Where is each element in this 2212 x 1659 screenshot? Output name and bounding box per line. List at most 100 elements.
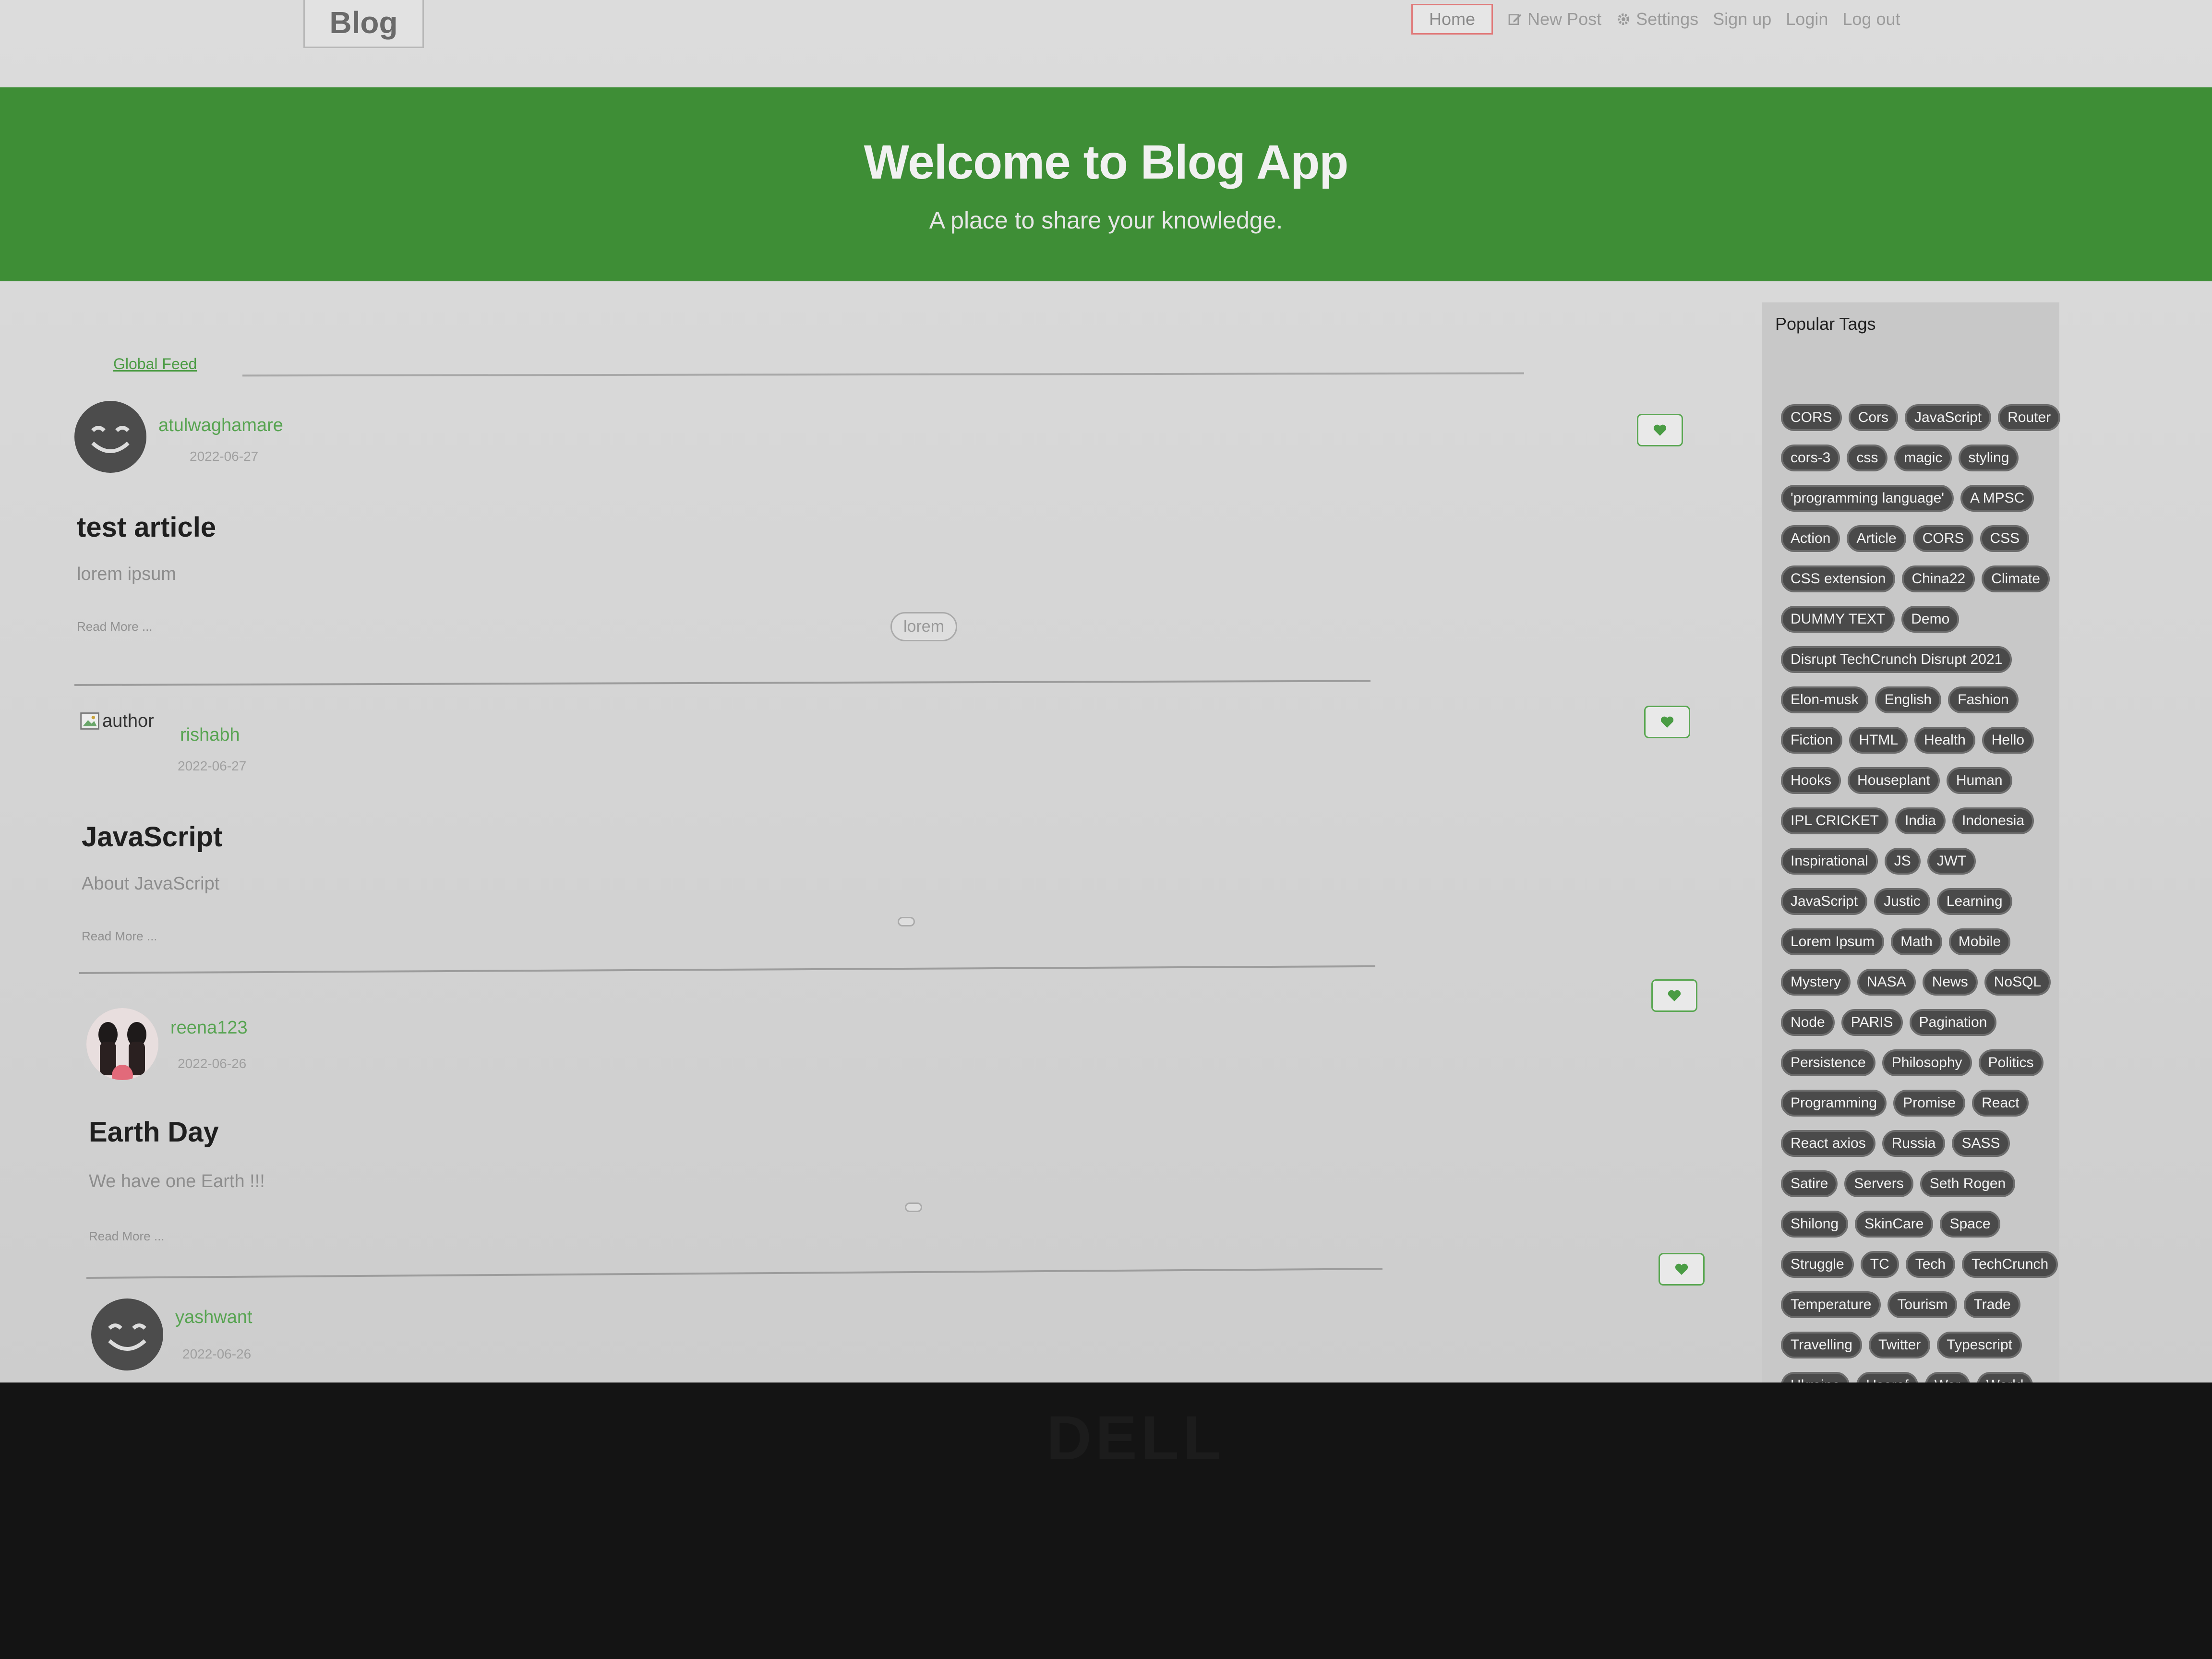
tag-pill[interactable]: Travelling <box>1781 1332 1862 1358</box>
tag-pill[interactable]: Article <box>1847 525 1906 552</box>
tag-pill[interactable]: English <box>1875 686 1942 713</box>
article-title[interactable]: JavaScript <box>82 821 222 853</box>
tag-pill[interactable]: Programming <box>1781 1090 1887 1117</box>
author-link[interactable]: yashwant <box>175 1307 252 1328</box>
tag-pill[interactable]: CSS extension <box>1781 565 1896 592</box>
tag-pill[interactable]: JS <box>1884 848 1921 875</box>
tag-pill[interactable]: Math <box>1891 928 1942 955</box>
like-button[interactable] <box>1659 1253 1705 1286</box>
tag-pill[interactable]: Mobile <box>1948 928 2011 955</box>
tag-pill[interactable]: DUMMY TEXT <box>1781 606 1895 633</box>
article-tag[interactable] <box>905 1202 922 1212</box>
tag-pill[interactable]: CORS <box>1781 404 1842 431</box>
tag-pill[interactable]: Fashion <box>1948 686 2019 713</box>
tag-pill[interactable]: React <box>1972 1090 2029 1117</box>
tag-pill[interactable]: NASA <box>1857 969 1916 996</box>
author-avatar[interactable] <box>91 1298 163 1370</box>
article-title[interactable]: test article <box>77 511 216 543</box>
tag-pill[interactable]: Learning <box>1936 888 2012 915</box>
author-link[interactable]: rishabh <box>180 725 240 745</box>
nav-settings[interactable]: Settings <box>1616 9 1698 29</box>
tag-pill[interactable]: Houseplant <box>1848 767 1940 794</box>
tag-pill[interactable]: Demo <box>1901 606 1960 633</box>
tag-pill[interactable]: Persistence <box>1781 1049 1875 1076</box>
tag-pill[interactable]: Typescript <box>1937 1332 2022 1358</box>
tag-pill[interactable]: India <box>1895 807 1946 834</box>
tag-pill[interactable]: 'programming language' <box>1781 485 1954 512</box>
tag-pill[interactable]: Node <box>1781 1009 1835 1036</box>
tag-pill[interactable]: cors-3 <box>1781 445 1840 471</box>
author-link[interactable]: reena123 <box>170 1018 248 1038</box>
tag-pill[interactable]: Politics <box>1978 1049 2044 1076</box>
tag-pill[interactable]: SkinCare <box>1855 1211 1934 1238</box>
nav-log-out[interactable]: Log out <box>1842 9 1900 29</box>
tag-pill[interactable]: China22 <box>1902 565 1975 592</box>
tag-pill[interactable]: Tech <box>1905 1251 1956 1278</box>
tag-pill[interactable]: Climate <box>1982 565 2050 592</box>
nav-sign-up[interactable]: Sign up <box>1713 9 1771 29</box>
tag-pill[interactable]: magic <box>1894 445 1952 471</box>
tag-pill[interactable]: News <box>1922 969 1978 996</box>
tag-pill[interactable]: Inspirational <box>1781 848 1878 875</box>
nav-login[interactable]: Login <box>1786 9 1828 29</box>
tag-pill[interactable]: Shilong <box>1781 1211 1849 1238</box>
tag-pill[interactable]: PARIS <box>1841 1009 1903 1036</box>
author-avatar[interactable] <box>74 401 146 473</box>
tag-pill[interactable]: React axios <box>1781 1130 1875 1157</box>
tag-pill[interactable]: Health <box>1914 727 1975 754</box>
tag-pill[interactable]: IPL CRICKET <box>1781 807 1888 834</box>
tag-pill[interactable]: Justic <box>1874 888 1930 915</box>
tag-pill[interactable]: Elon-musk <box>1781 686 1868 713</box>
tab-global-feed[interactable]: Global Feed <box>113 355 197 373</box>
read-more-link[interactable]: Read More ... <box>89 1229 165 1244</box>
tag-pill[interactable]: Promise <box>1893 1090 1966 1117</box>
tag-pill[interactable]: Twitter <box>1868 1332 1931 1358</box>
tag-pill[interactable]: NoSQL <box>1984 969 2051 996</box>
tag-pill[interactable]: Cors <box>1848 404 1899 431</box>
read-more-link[interactable]: Read More ... <box>77 619 153 634</box>
tag-pill[interactable]: Space <box>1940 1211 2000 1238</box>
like-button[interactable] <box>1651 979 1697 1012</box>
tag-pill[interactable]: CSS <box>1980 525 2030 552</box>
tag-pill[interactable]: Temperature <box>1781 1291 1881 1318</box>
tag-pill[interactable]: JavaScript <box>1905 404 1992 431</box>
tag-pill[interactable]: Disrupt TechCrunch Disrupt 2021 <box>1781 646 2012 673</box>
article-title[interactable]: Earth Day <box>89 1116 219 1148</box>
tag-pill[interactable]: JavaScript <box>1781 888 1868 915</box>
read-more-link[interactable]: Read More ... <box>82 929 157 944</box>
like-button[interactable] <box>1637 414 1683 446</box>
author-avatar[interactable] <box>86 1008 158 1080</box>
tag-pill[interactable]: TechCrunch <box>1962 1251 2058 1278</box>
tag-pill[interactable]: Servers <box>1844 1170 1913 1197</box>
tag-pill[interactable]: Router <box>1998 404 2061 431</box>
tag-pill[interactable]: Struggle <box>1781 1251 1854 1278</box>
nav-home[interactable]: Home <box>1411 4 1493 35</box>
tag-pill[interactable]: Philosophy <box>1882 1049 1972 1076</box>
article-tag[interactable]: lorem <box>890 612 958 641</box>
article-tag[interactable] <box>898 917 915 926</box>
tag-pill[interactable]: Action <box>1781 525 1840 552</box>
tag-pill[interactable]: Fiction <box>1781 727 1843 754</box>
tag-pill[interactable]: css <box>1847 445 1888 471</box>
tag-pill[interactable]: CORS <box>1912 525 1974 552</box>
tag-pill[interactable]: A MPSC <box>1960 485 2034 512</box>
like-button[interactable] <box>1644 706 1690 738</box>
tag-pill[interactable]: Hello <box>1982 727 2034 754</box>
tag-pill[interactable]: Lorem Ipsum <box>1781 928 1885 955</box>
tag-pill[interactable]: Indonesia <box>1952 807 2034 834</box>
tag-pill[interactable]: TC <box>1860 1251 1899 1278</box>
tag-pill[interactable]: SASS <box>1952 1130 2010 1157</box>
tag-pill[interactable]: JWT <box>1927 848 1976 875</box>
tag-pill[interactable]: Ukraine <box>1781 1372 1850 1382</box>
author-link[interactable]: atulwaghamare <box>158 415 283 436</box>
tag-pill[interactable]: Seth Rogen <box>1920 1170 2016 1197</box>
tag-pill[interactable]: Human <box>1946 767 2012 794</box>
nav-new-post[interactable]: New Post <box>1507 9 1601 29</box>
tag-pill[interactable]: Hooks <box>1781 767 1841 794</box>
author-avatar[interactable]: author <box>79 710 154 732</box>
tag-pill[interactable]: World <box>1976 1372 2033 1382</box>
tag-pill[interactable]: Tourism <box>1887 1291 1958 1318</box>
tag-pill[interactable]: Useref <box>1856 1372 1918 1382</box>
tag-pill[interactable]: styling <box>1959 445 2019 471</box>
tag-pill[interactable]: Mystery <box>1781 969 1851 996</box>
